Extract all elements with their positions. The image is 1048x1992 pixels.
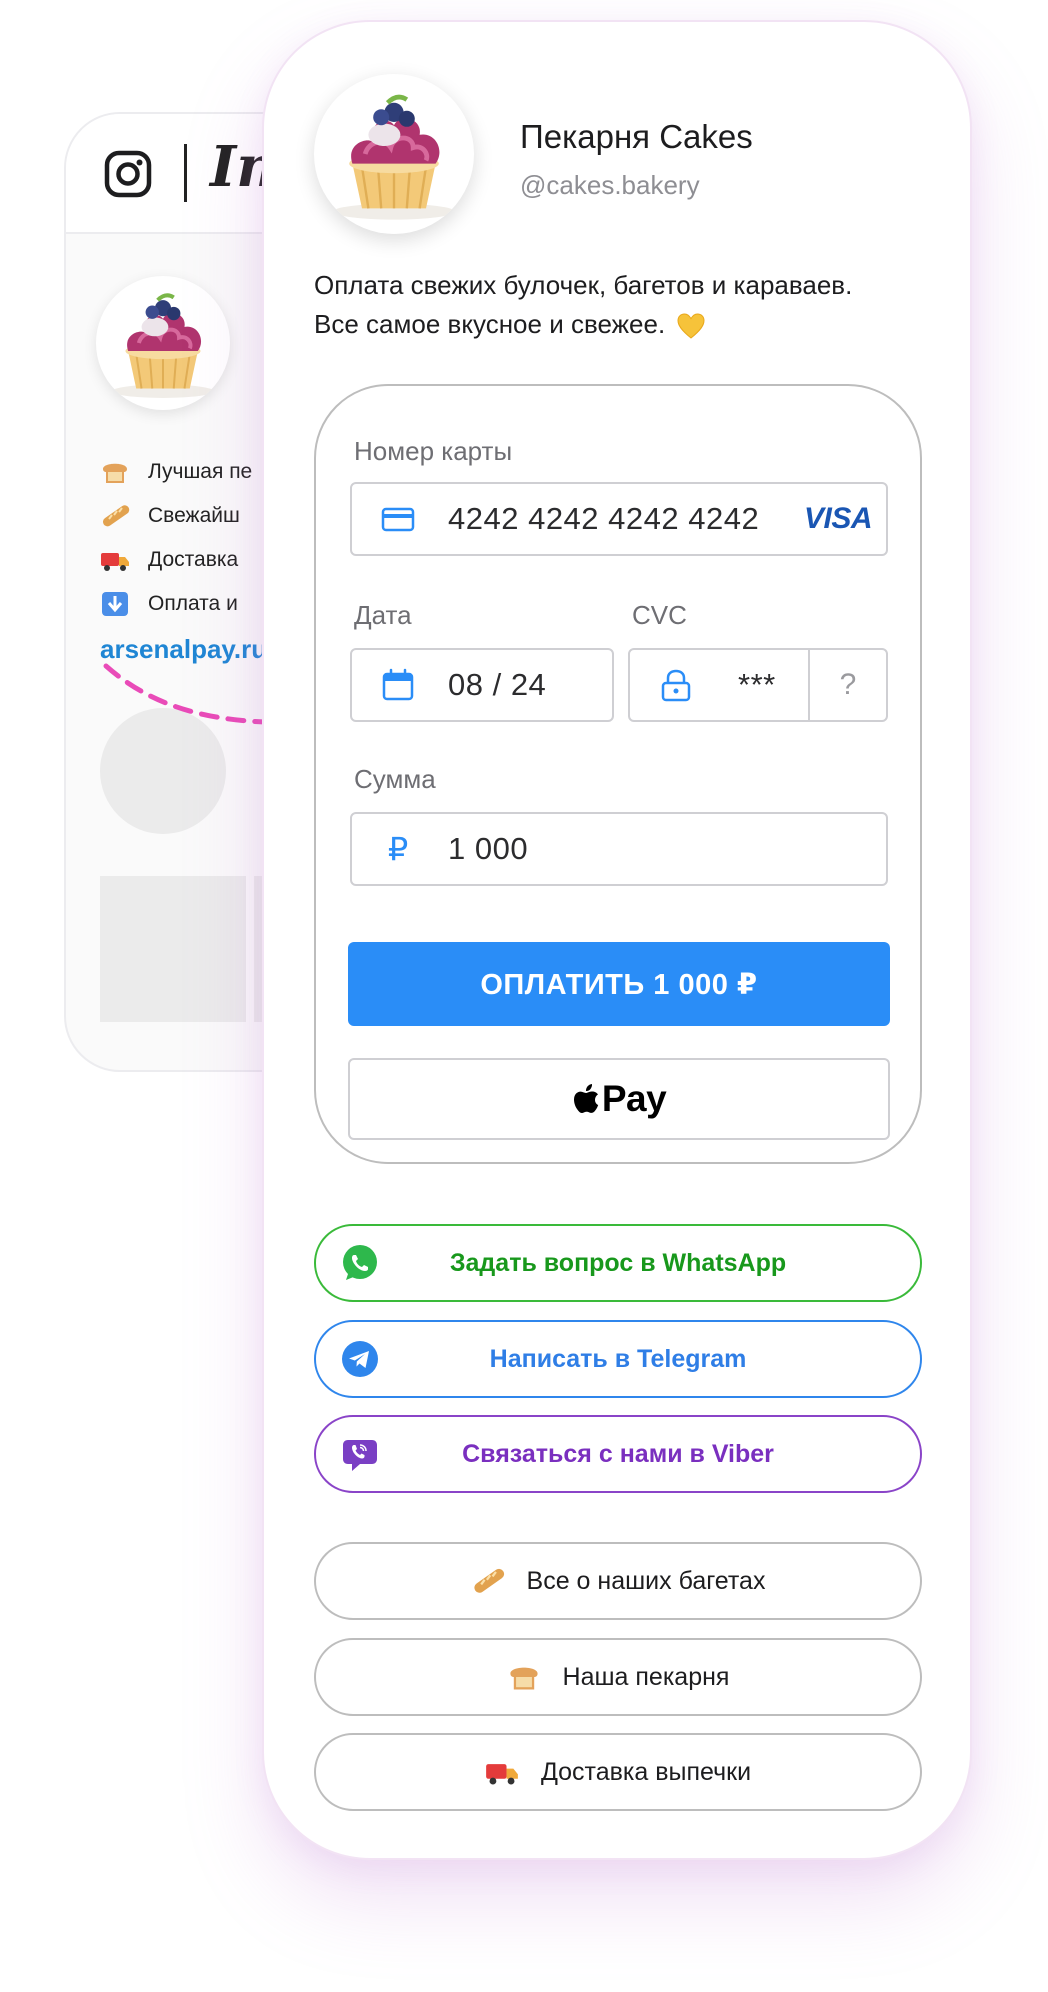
truck-emoji-icon (485, 1757, 519, 1787)
viber-icon (343, 1440, 377, 1471)
description-line: Все самое вкусное и свежее. (314, 309, 666, 339)
link-button-label: Наша пекарня (562, 1662, 730, 1691)
amount-value: 1 000 (448, 831, 529, 866)
link-button-label: Доставка выпечки (540, 1757, 752, 1786)
card-number-label: Номер карты (354, 436, 513, 466)
payment-form: Номер карты 4242 4242 4242 4242 VISA Дат… (314, 384, 922, 1164)
instagram-bio-list: Лучшая пе Свежайш Доставка Оплата и (100, 450, 252, 626)
telegram-button[interactable]: Написать в Telegram (314, 1320, 922, 1398)
shop-description: Оплата свежих булочек, багетов и каравае… (314, 266, 934, 344)
cvc-value: *** (738, 667, 776, 702)
expiry-date-field[interactable]: 08 / 24 (350, 648, 614, 722)
link-button-label: Все о наших багетах (526, 1566, 766, 1595)
telegram-button-label: Написать в Telegram (489, 1344, 747, 1373)
header-divider (184, 144, 187, 202)
bio-item: Оплата и (100, 582, 252, 626)
payment-page-phone: Пекарня Cakes @cakes.bakery Оплата свежи… (262, 20, 972, 1860)
link-button-baguettes[interactable]: Все о наших багетах (314, 1542, 922, 1620)
bread-emoji-icon (507, 1662, 541, 1692)
link-button-delivery[interactable]: Доставка выпечки (314, 1733, 922, 1811)
link-button-bakery[interactable]: Наша пекарня (314, 1638, 922, 1716)
description-line: Оплата свежих булочек, багетов и каравае… (314, 270, 853, 300)
apple-pay-label: Pay (601, 1078, 667, 1119)
pay-button[interactable]: ОПЛАТИТЬ 1 000 ₽ (348, 942, 890, 1026)
apple-logo-icon (573, 1084, 599, 1113)
amount-field[interactable]: ₽ 1 000 (350, 812, 888, 886)
apple-pay-button[interactable]: Pay (348, 1058, 890, 1140)
yellow-heart-icon (677, 313, 705, 339)
viber-button[interactable]: Связаться с нами в Viber (314, 1415, 922, 1493)
shop-handle: @cakes.bakery (520, 170, 700, 200)
visa-logo: VISA (803, 502, 873, 535)
whatsapp-button-label: Задать вопрос в WhatsApp (449, 1248, 787, 1277)
post-thumbnail-placeholder (100, 876, 246, 1022)
cupcake-image (96, 276, 230, 410)
amount-label: Сумма (354, 764, 436, 794)
bread-emoji-icon (100, 459, 130, 485)
viber-button-label: Связаться с нами в Viber (462, 1439, 774, 1468)
bio-item: Доставка (100, 538, 252, 582)
baguette-emoji-icon (471, 1566, 505, 1596)
cupcake-image (314, 74, 474, 234)
credit-card-icon (381, 507, 415, 532)
profile-avatar (314, 74, 474, 234)
expiry-date-value: 08 / 24 (448, 667, 547, 702)
card-number-value: 4242 4242 4242 4242 (448, 501, 760, 536)
down-arrow-emoji-icon (100, 591, 130, 617)
date-label: Дата (354, 600, 412, 630)
bio-item: Лучшая пе (100, 450, 252, 494)
cvc-help-button[interactable]: ? (808, 650, 886, 720)
truck-emoji-icon (100, 547, 130, 573)
cvc-field[interactable]: *** ? (628, 648, 888, 722)
baguette-emoji-icon (100, 503, 130, 529)
bio-item: Свежайш (100, 494, 252, 538)
whatsapp-button[interactable]: Задать вопрос в WhatsApp (314, 1224, 922, 1302)
ruble-icon: ₽ (387, 831, 409, 867)
shop-name: Пекарня Cakes (520, 118, 753, 155)
cvc-label: CVC (632, 600, 687, 630)
instagram-icon (104, 150, 152, 198)
whatsapp-icon (343, 1245, 377, 1280)
card-number-field[interactable]: 4242 4242 4242 4242 VISA (350, 482, 888, 556)
instagram-avatar (96, 276, 230, 410)
calendar-icon (382, 668, 414, 701)
lock-icon (661, 669, 691, 702)
telegram-icon (342, 1341, 378, 1377)
